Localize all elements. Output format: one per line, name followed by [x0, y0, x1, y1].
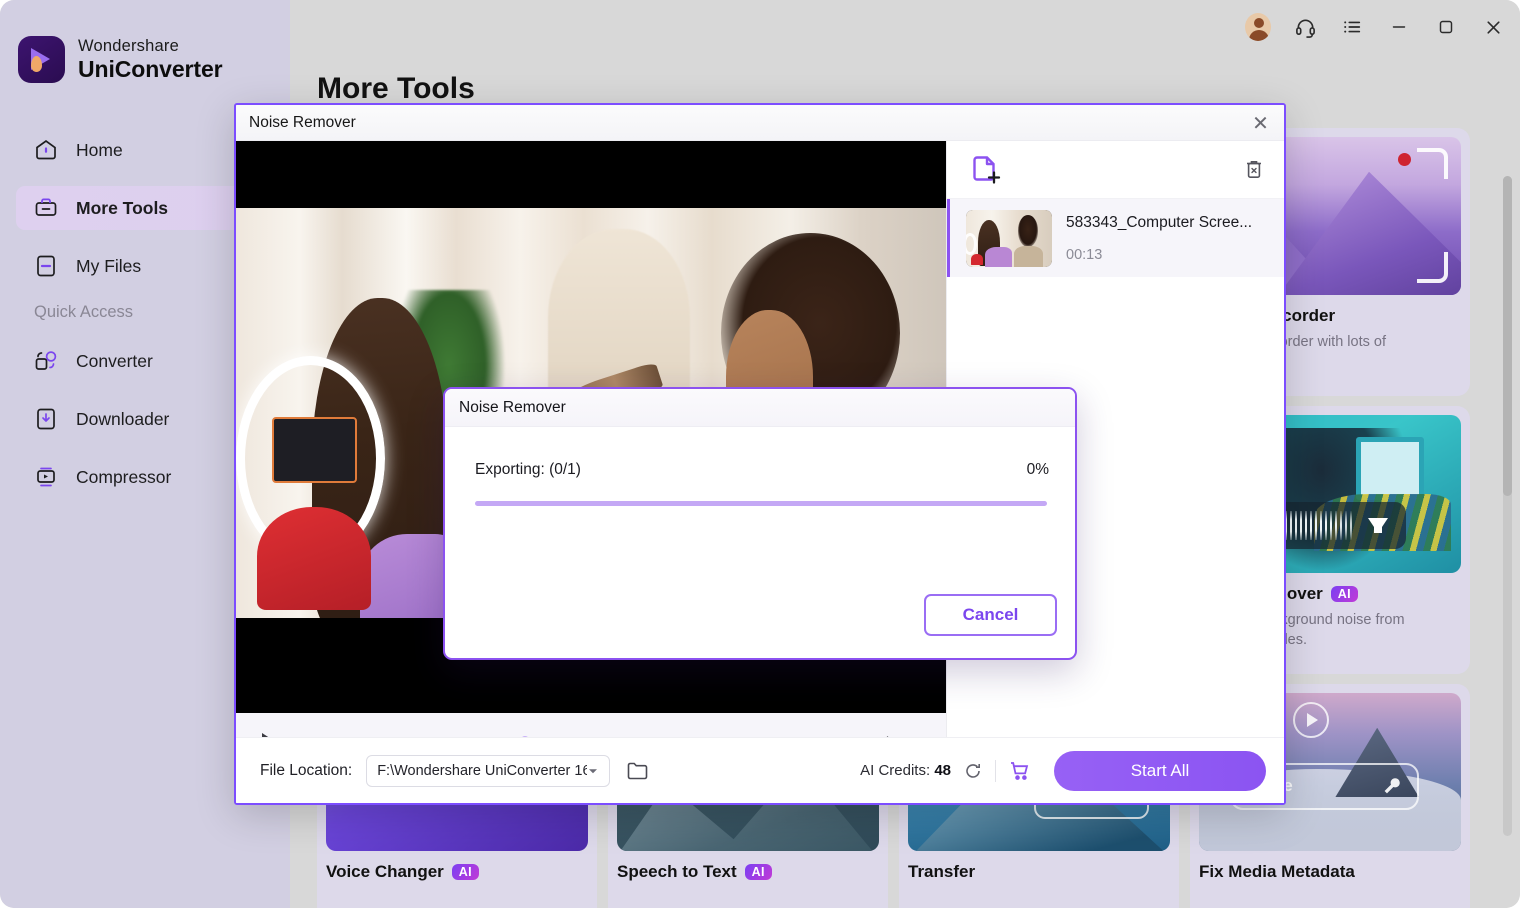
converter-icon — [33, 348, 59, 374]
headset-icon[interactable] — [1292, 14, 1318, 40]
divider — [995, 759, 996, 782]
dialog-action-bar: File Location: F:\Wondershare UniConvert… — [236, 737, 1284, 803]
page-scrollbar[interactable] — [1503, 176, 1512, 836]
tool-title-text: Voice Changer — [326, 862, 444, 881]
file-location-label: File Location: — [260, 761, 353, 779]
sidebar-item-label-more-tools: More Tools — [76, 197, 169, 218]
export-dialog-titlebar: Noise Remover — [445, 389, 1075, 427]
window-titlebar-icons — [1245, 13, 1506, 41]
export-progress-bar — [475, 501, 1047, 506]
minimize-icon[interactable] — [1386, 14, 1412, 40]
add-file-icon[interactable] — [969, 153, 1003, 187]
cart-icon[interactable] — [1008, 759, 1032, 783]
sidebar-item-label-downloader: Downloader — [76, 408, 170, 429]
ai-badge: AI — [451, 864, 479, 880]
chevron-down-icon — [587, 765, 599, 777]
ai-credits-text: AI Credits: — [860, 762, 931, 779]
list-menu-icon[interactable] — [1339, 14, 1365, 40]
file-list-item[interactable]: 583343_Computer Scree... 00:13 — [947, 199, 1284, 277]
file-location-value: F:\Wondershare UniConverter 16\N — [377, 762, 588, 779]
dialog-title: Noise Remover — [249, 114, 356, 131]
tool-title-text: Speech to Text — [617, 862, 737, 881]
delete-icon[interactable] — [1242, 157, 1266, 181]
home-icon — [33, 137, 59, 163]
sidebar-item-label-home: Home — [76, 139, 123, 160]
page-scrollbar-thumb[interactable] — [1503, 176, 1512, 496]
close-icon[interactable] — [1480, 14, 1506, 40]
uniconverter-logo-icon — [18, 36, 65, 83]
record-dot-icon — [1398, 153, 1411, 166]
file-thumbnail — [966, 209, 1052, 267]
play-circle-icon — [1293, 702, 1330, 739]
capture-frame-corner-icon — [1417, 252, 1448, 283]
brand-logo-group: Wondershare UniConverter — [18, 36, 223, 83]
capture-frame-corner-icon — [1417, 148, 1448, 179]
folder-icon[interactable] — [625, 758, 650, 783]
sidebar-section-label: Quick Access — [34, 303, 134, 321]
export-status-row: Exporting: (0/1) 0% — [475, 461, 1049, 479]
ai-badge: AI — [1330, 586, 1358, 602]
file-list-toolbar — [947, 141, 1284, 199]
tool-card-title: Transfer — [908, 862, 1170, 882]
export-status-text: Exporting: (0/1) — [475, 461, 581, 478]
cancel-button[interactable]: Cancel — [924, 594, 1057, 636]
sidebar-item-label-my-files: My Files — [76, 255, 142, 276]
start-all-button[interactable]: Start All — [1054, 750, 1266, 791]
page-title: More Tools — [317, 72, 475, 105]
file-location-select[interactable]: F:\Wondershare UniConverter 16\N — [366, 754, 611, 787]
tool-card-title: Fix Media Metadata — [1199, 862, 1461, 882]
file-duration-label: 00:13 — [1066, 246, 1103, 263]
application-window: Wondershare UniConverter Home More Tools… — [0, 0, 1520, 908]
export-percent-text: 0% — [1026, 461, 1049, 478]
downloader-icon — [33, 406, 59, 432]
toolbox-icon — [33, 195, 59, 221]
maximize-icon[interactable] — [1433, 14, 1459, 40]
sidebar-item-label-compressor: Compressor — [76, 466, 172, 487]
refresh-icon[interactable] — [963, 761, 983, 781]
tool-title-text: Transfer — [908, 862, 976, 881]
tool-title-text: Fix Media Metadata — [1199, 862, 1355, 881]
file-name-label: 583343_Computer Scree... — [1066, 213, 1253, 231]
export-dialog-title: Noise Remover — [459, 399, 566, 416]
tool-card-title: Speech to Text AI — [617, 862, 879, 882]
files-icon — [33, 253, 59, 279]
account-avatar[interactable] — [1245, 13, 1271, 41]
ai-credits-group: AI Credits: 48 — [860, 759, 1032, 783]
ai-badge: AI — [744, 864, 772, 880]
dialog-titlebar: Noise Remover ✕ — [236, 105, 1284, 141]
compressor-icon — [33, 464, 59, 490]
dialog-close-icon[interactable]: ✕ — [1248, 111, 1273, 136]
ai-credits-value: 48 — [934, 762, 951, 779]
brand-bottom-text: UniConverter — [78, 55, 223, 82]
export-progress-dialog: Noise Remover Exporting: (0/1) 0% Cancel — [443, 387, 1077, 660]
wrench-icon — [1384, 778, 1400, 794]
tool-card-title: Voice Changer AI — [326, 862, 588, 882]
ai-credits-label: AI Credits: 48 — [860, 762, 951, 779]
brand-top-text: Wondershare — [78, 37, 179, 56]
sidebar-item-label-converter: Converter — [76, 350, 153, 371]
